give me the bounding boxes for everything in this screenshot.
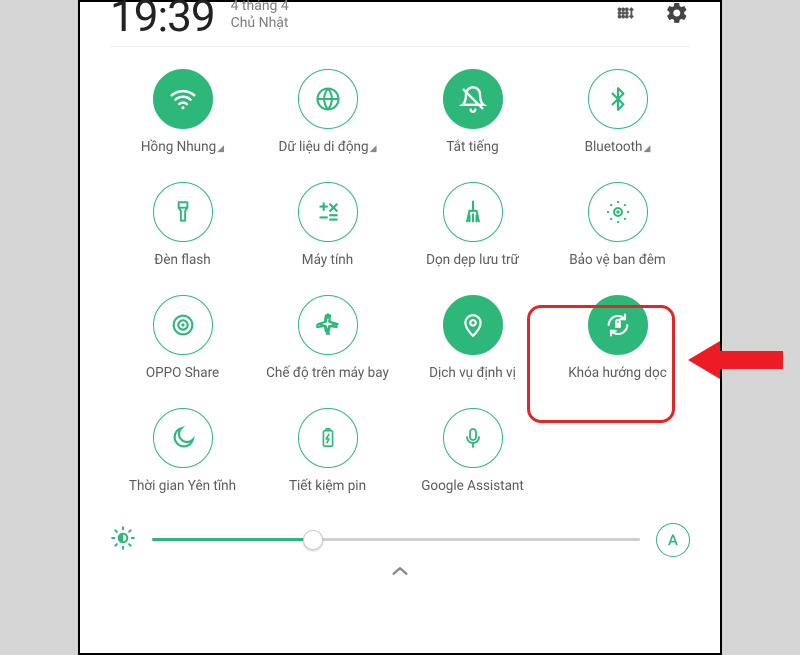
globe-icon <box>298 69 358 129</box>
tile-location[interactable]: Dịch vụ định vị <box>400 295 545 382</box>
quick-settings-grid: Hồng Nhung◢ Dữ liệu di động◢ Tắt tiếng <box>110 69 690 495</box>
tile-opposhare-label: OPPO Share <box>146 365 219 382</box>
tile-data-label: Dữ liệu di động <box>278 139 368 156</box>
clock-time: 19:39 <box>110 0 215 38</box>
brightness-slider[interactable] <box>152 538 640 541</box>
tile-cleanup[interactable]: Dọn dẹp lưu trữ <box>400 182 545 269</box>
collapse-chevron-icon[interactable] <box>110 563 690 582</box>
tile-battery-label: Tiết kiệm pin <box>289 478 366 495</box>
tile-wifi[interactable]: Hồng Nhung◢ <box>110 69 255 156</box>
tile-quiet[interactable]: Thời gian Yên tĩnh <box>110 408 255 495</box>
tile-battery[interactable]: Tiết kiệm pin <box>255 408 400 495</box>
reorder-icon[interactable] <box>612 0 638 26</box>
tile-assistant-label: Google Assistant <box>421 478 524 495</box>
tile-calculator[interactable]: Máy tính <box>255 182 400 269</box>
header-actions <box>612 0 690 26</box>
microphone-icon <box>443 408 503 468</box>
tile-bluetooth-label: Bluetooth <box>585 139 643 156</box>
brightness-icon <box>110 525 136 555</box>
expand-indicator-icon: ◢ <box>643 144 650 155</box>
tile-opposhare[interactable]: OPPO Share <box>110 295 255 382</box>
tile-assistant[interactable]: Google Assistant <box>400 408 545 495</box>
tile-mute-label: Tắt tiếng <box>446 139 498 156</box>
date-line-2: Chủ Nhật <box>231 15 289 32</box>
tile-bluetooth[interactable]: Bluetooth◢ <box>545 69 690 156</box>
annotation-arrow-icon <box>688 335 788 385</box>
date-line-1: 4 tháng 4 <box>231 0 289 15</box>
settings-gear-icon[interactable] <box>664 0 690 26</box>
expand-indicator-icon: ◢ <box>370 144 377 155</box>
tile-mute[interactable]: Tắt tiếng <box>400 69 545 156</box>
tile-flashlight-label: Đèn flash <box>154 252 210 269</box>
phone-frame: 19:39 4 tháng 4 Chủ Nhật <box>78 0 722 655</box>
eye-protect-icon <box>588 182 648 242</box>
bluetooth-icon <box>588 69 648 129</box>
tile-night[interactable]: Bảo vệ ban đêm <box>545 182 690 269</box>
slider-thumb[interactable] <box>303 530 323 550</box>
brightness-row: A <box>110 523 690 557</box>
expand-indicator-icon: ◢ <box>217 144 224 155</box>
quick-settings-panel: 19:39 4 tháng 4 Chủ Nhật <box>80 2 720 653</box>
share-icon <box>153 295 213 355</box>
tile-rotation-label: Khóa hướng dọc <box>568 365 667 382</box>
tile-quiet-label: Thời gian Yên tĩnh <box>129 478 236 495</box>
rotation-lock-icon <box>588 295 648 355</box>
tile-night-label: Bảo vệ ban đêm <box>569 252 666 269</box>
status-header: 19:39 4 tháng 4 Chủ Nhật <box>110 2 690 47</box>
wifi-icon <box>153 69 213 129</box>
bell-mute-icon <box>443 69 503 129</box>
calculator-icon <box>298 182 358 242</box>
tile-wifi-label: Hồng Nhung <box>141 139 216 156</box>
broom-icon <box>443 182 503 242</box>
tile-data[interactable]: Dữ liệu di động◢ <box>255 69 400 156</box>
location-pin-icon <box>443 295 503 355</box>
airplane-icon <box>298 295 358 355</box>
tile-cleanup-label: Dọn dẹp lưu trữ <box>426 252 519 269</box>
tile-flashlight[interactable]: Đèn flash <box>110 182 255 269</box>
auto-brightness-toggle[interactable]: A <box>656 523 690 557</box>
flashlight-icon <box>153 182 213 242</box>
tile-rotation-lock[interactable]: Khóa hướng dọc <box>545 295 690 382</box>
tile-airplane-label: Chế độ trên máy bay <box>266 365 389 382</box>
tile-location-label: Dịch vụ định vị <box>429 365 516 382</box>
date-block: 4 tháng 4 Chủ Nhật <box>231 0 289 32</box>
battery-saver-icon <box>298 408 358 468</box>
moon-icon <box>153 408 213 468</box>
slider-fill <box>152 538 313 541</box>
tile-airplane[interactable]: Chế độ trên máy bay <box>255 295 400 382</box>
tile-calculator-label: Máy tính <box>302 252 353 269</box>
